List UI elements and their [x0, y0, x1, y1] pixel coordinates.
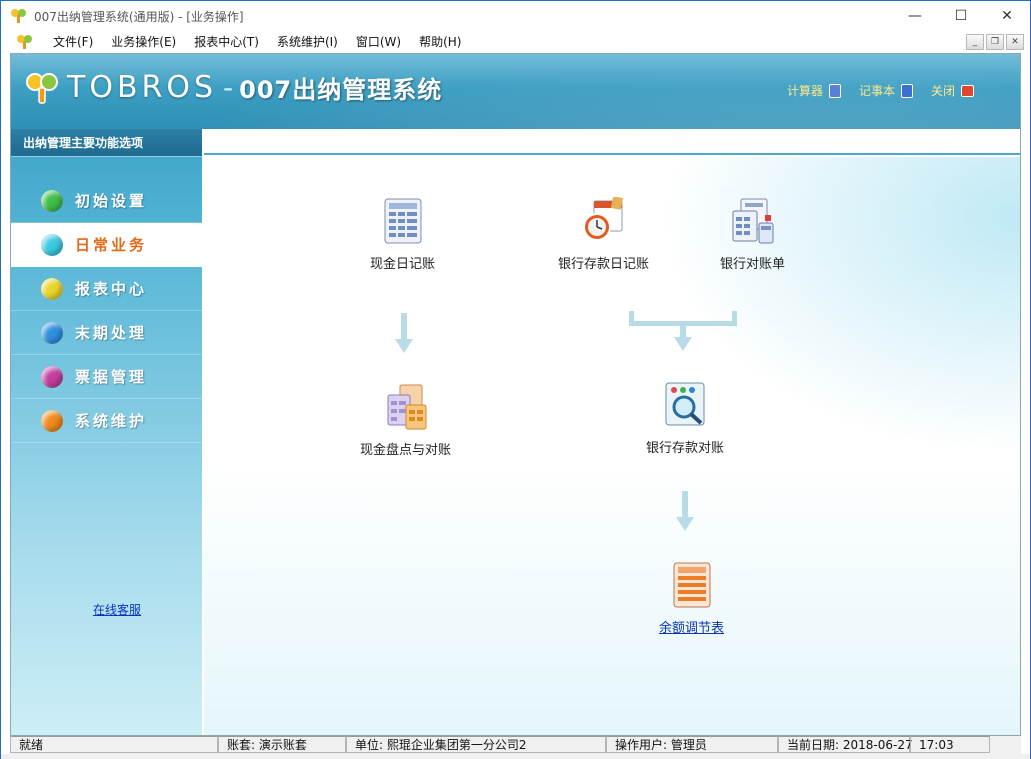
- app-menu-icon[interactable]: [16, 34, 34, 50]
- status-time: 17:03: [910, 736, 990, 753]
- balance-adjust-label: 余额调节表: [659, 621, 725, 636]
- calendar-clock-icon: [582, 197, 623, 241]
- status-bar: 就绪 账套: 演示账套 单位: 熙琨企业集团第一分公司2 操作用户: 管理员 当…: [10, 736, 1021, 754]
- merge-arrow-icon: [629, 311, 737, 351]
- menu-maintenance[interactable]: 系统维护(I): [268, 33, 347, 50]
- bank-journal-node[interactable]: 银行存款日记账: [558, 197, 649, 272]
- sidebar-item-report-center[interactable]: 报表中心: [11, 267, 202, 311]
- green-ball-icon: [41, 189, 63, 212]
- cash-journal-node[interactable]: 现金日记账: [370, 197, 435, 272]
- app-logo-icon: [11, 9, 26, 23]
- sidebar-item-system-maintenance[interactable]: 系统维护: [11, 399, 202, 443]
- sidebar-item-bill-management[interactable]: 票据管理: [11, 355, 202, 399]
- mdi-child: TOBROS - 007出纳管理系统 计算器 记事本 关闭 出纳管理主要功能选项…: [10, 53, 1021, 736]
- down-arrow-icon: [395, 313, 413, 353]
- status-account-set: 账套: 演示账套: [218, 736, 346, 753]
- close-button[interactable]: ✕: [984, 1, 1030, 31]
- mdi-restore-button[interactable]: ❐: [986, 34, 1004, 50]
- statement-forms-icon: [732, 198, 773, 244]
- mdi-controls: _ ❐ ✕: [966, 34, 1024, 50]
- sidebar-item-period-end[interactable]: 末期处理: [11, 311, 202, 355]
- status-date: 当前日期: 2018-06-27: [778, 736, 913, 753]
- title-bar: 007出纳管理系统(通用版) - [业务操作] — ☐ ✕: [1, 1, 1030, 31]
- quick-links: 计算器 记事本 关闭: [787, 82, 974, 99]
- blue-ball-icon: [41, 321, 63, 344]
- product-name: 007出纳管理系统: [239, 76, 443, 104]
- ledger-icon: [384, 198, 421, 244]
- menu-bar: 文件(F) 业务操作(E) 报表中心(T) 系统维护(I) 窗口(W) 帮助(H…: [1, 31, 1030, 52]
- cash-count-node[interactable]: 现金盘点与对账: [360, 383, 451, 458]
- sidebar: 出纳管理主要功能选项 初始设置 日常业务 报表中心 末期处理 票据管理 系统维护…: [11, 129, 202, 735]
- online-service-link[interactable]: 在线客服: [93, 601, 141, 618]
- mdi-close-button[interactable]: ✕: [1006, 34, 1024, 50]
- sidebar-item-daily-business[interactable]: 日常业务: [11, 223, 202, 267]
- workflow-panel: 现金日记账 银行存款日记账 银行对账单 现金盘点与对账 银行存款对账 余额调节表: [204, 129, 1020, 735]
- window-controls: — ☐ ✕: [892, 1, 1030, 31]
- bank-reconcile-node[interactable]: 银行存款对账: [646, 381, 724, 456]
- bank-statement-label: 银行对账单: [720, 257, 786, 272]
- banner: TOBROS - 007出纳管理系统 计算器 记事本 关闭: [11, 54, 1020, 129]
- sidebar-title: 出纳管理主要功能选项: [11, 129, 202, 157]
- sidebar-list: 初始设置 日常业务 报表中心 末期处理 票据管理 系统维护: [11, 179, 202, 443]
- stacked-sheets-icon: [387, 384, 426, 430]
- close-link[interactable]: 关闭: [931, 82, 974, 99]
- cash-journal-label: 现金日记账: [370, 257, 436, 272]
- menu-file[interactable]: 文件(F): [44, 33, 102, 50]
- status-unit: 单位: 熙琨企业集团第一分公司2: [346, 736, 606, 753]
- calculator-link[interactable]: 计算器: [787, 82, 841, 99]
- notepad-icon: [900, 83, 913, 98]
- yellow-ball-icon: [41, 277, 63, 300]
- tobros-logo-icon: [26, 72, 58, 104]
- notepad-link[interactable]: 记事本: [859, 82, 913, 99]
- app-window: 007出纳管理系统(通用版) - [业务操作] — ☐ ✕ 文件(F) 业务操作…: [0, 0, 1031, 759]
- window-title: 007出纳管理系统(通用版) - [业务操作]: [34, 9, 244, 24]
- menu-help[interactable]: 帮助(H): [410, 33, 470, 50]
- brand-logo: TOBROS - 007出纳管理系统: [25, 70, 442, 105]
- menu-business[interactable]: 业务操作(E): [102, 33, 185, 50]
- brand-name: TOBROS: [67, 70, 218, 105]
- minimize-button[interactable]: —: [892, 1, 938, 31]
- sidebar-item-initial-setup[interactable]: 初始设置: [11, 179, 202, 223]
- balance-adjust-node[interactable]: 余额调节表: [659, 561, 724, 636]
- calculator-icon: [828, 83, 841, 98]
- bank-journal-label: 银行存款日记账: [558, 257, 650, 272]
- panel-top-bar: [204, 129, 1020, 155]
- menu-window[interactable]: 窗口(W): [347, 33, 410, 50]
- bank-statement-node[interactable]: 银行对账单: [720, 197, 785, 272]
- maximize-button[interactable]: ☐: [938, 1, 984, 31]
- magnifier-report-icon: [665, 382, 705, 426]
- spreadsheet-icon: [673, 562, 710, 608]
- down-arrow-icon: [676, 491, 694, 531]
- orange-ball-icon: [41, 409, 63, 432]
- magenta-ball-icon: [41, 365, 63, 388]
- mdi-minimize-button[interactable]: _: [966, 34, 984, 50]
- cyan-ball-icon: [41, 233, 63, 256]
- cash-count-label: 现金盘点与对账: [360, 443, 452, 458]
- status-ready: 就绪: [10, 736, 218, 753]
- status-user: 操作用户: 管理员: [606, 736, 778, 753]
- menu-reports[interactable]: 报表中心(T): [185, 33, 268, 50]
- bank-reconcile-label: 银行存款对账: [646, 441, 725, 456]
- power-icon: [961, 84, 974, 97]
